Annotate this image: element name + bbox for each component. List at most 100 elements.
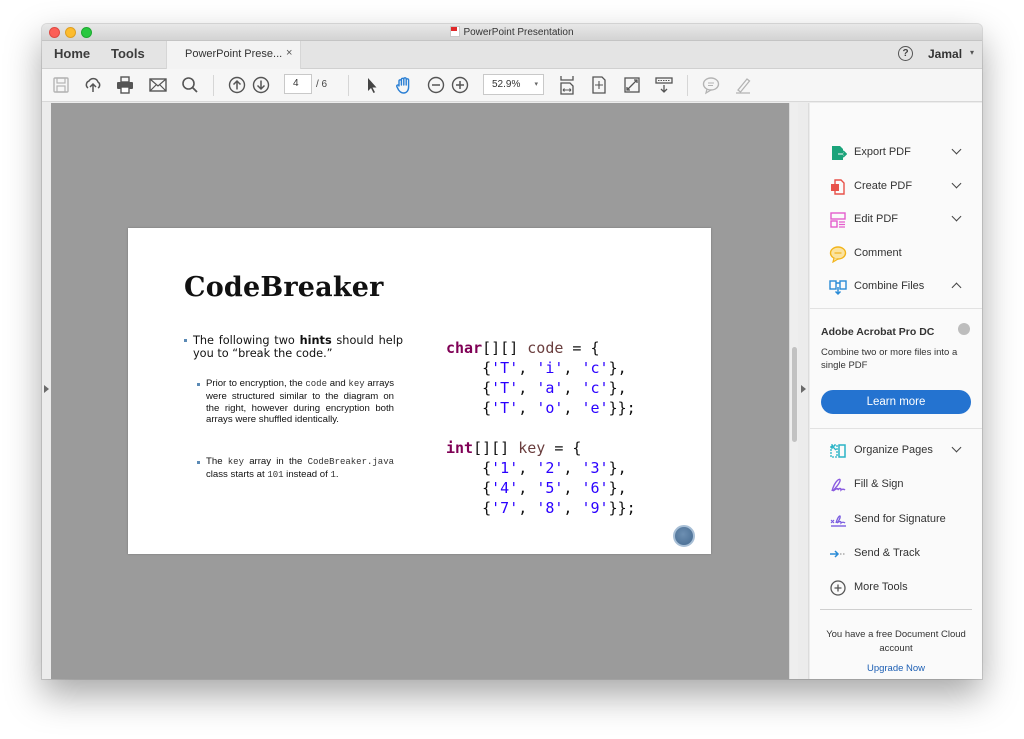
cloud-account-note: You have a free Document Cloud account [826, 629, 966, 654]
collapse-right-panel-icon[interactable] [801, 385, 806, 393]
more-tools-icon [829, 579, 847, 597]
sidebar-tool-send-track[interactable]: Send & Track [810, 541, 982, 567]
code-literal: '7' [491, 499, 519, 517]
tab-document[interactable]: PowerPoint Prese... × [166, 41, 301, 69]
tab-bar: Home Tools PowerPoint Prese... × ? Jamal… [42, 41, 982, 69]
code-literal: 'e' [581, 399, 609, 417]
promo-info-icon[interactable] [958, 323, 970, 335]
sidebar-tool-edit-pdf[interactable]: Edit PDF [810, 207, 982, 233]
help-icon[interactable]: ? [898, 46, 913, 61]
next-page-icon[interactable] [251, 75, 271, 95]
code-punct: , [563, 359, 582, 377]
sidebar-tool-send-for-signature[interactable]: Send for Signature [810, 507, 982, 533]
chevron-down-icon[interactable] [953, 179, 960, 187]
code-keyword: int [446, 439, 474, 457]
toolbar-separator [213, 75, 214, 96]
print-icon[interactable] [115, 75, 135, 95]
zoom-in-icon[interactable] [450, 75, 470, 95]
code-punct: = { [563, 339, 600, 357]
code-punct: { [446, 479, 492, 497]
zoom-out-icon[interactable] [426, 75, 446, 95]
code-literal: 'i' [536, 359, 564, 377]
comment-icon [829, 245, 847, 263]
code-punct: }}; [608, 499, 636, 517]
chevron-down-icon[interactable] [953, 443, 960, 451]
code-punct: }, [608, 479, 627, 497]
code-line: {'1', '2', '3'}, [446, 458, 636, 478]
select-pointer-icon[interactable] [362, 75, 382, 95]
send-signature-icon [829, 511, 847, 529]
code-punct: , [518, 359, 537, 377]
sidebar-tool-label: Fill & Sign [854, 478, 904, 491]
search-icon[interactable] [180, 75, 200, 95]
left-panel-toggle[interactable] [42, 103, 51, 679]
user-menu[interactable]: Jamal [928, 47, 962, 61]
highlight-pen-icon[interactable] [733, 75, 753, 95]
chevron-down-icon[interactable] [953, 212, 960, 220]
code-variable: key [518, 439, 546, 457]
sidebar-tool-comment[interactable]: Comment [810, 241, 982, 267]
upload-cloud-icon[interactable] [83, 75, 103, 95]
bullet-text: array in the [243, 456, 308, 467]
chevron-down-icon[interactable] [953, 145, 960, 153]
combine-files-icon [829, 278, 847, 296]
hand-tool-icon[interactable] [394, 75, 414, 95]
learn-more-button[interactable]: Learn more [821, 390, 971, 414]
sidebar-tool-organize-pages[interactable]: Organize Pages [810, 438, 982, 464]
code-literal: '2' [536, 459, 564, 477]
code-punct: , [563, 399, 582, 417]
inline-code: CodeBreaker.java [307, 457, 394, 467]
tab-tools[interactable]: Tools [111, 46, 145, 61]
sidebar-tool-label: Send & Track [854, 546, 921, 559]
chevron-up-icon[interactable] [953, 279, 960, 291]
zoom-level-select[interactable]: 52.9% ▾ [483, 74, 544, 95]
fit-width-icon[interactable] [557, 75, 577, 95]
code-punct: { [446, 399, 492, 417]
sidebar-divider [820, 609, 972, 610]
right-panel-toggle[interactable] [798, 103, 809, 679]
document-canvas[interactable]: CodeBreaker The following two hints shou… [51, 103, 789, 679]
sidebar-tool-export-pdf[interactable]: Export PDF [810, 140, 982, 166]
expand-left-panel-icon[interactable] [44, 385, 49, 393]
full-screen-icon[interactable] [622, 75, 642, 95]
email-icon[interactable] [148, 75, 168, 95]
previous-page-icon[interactable] [227, 75, 247, 95]
tab-home[interactable]: Home [54, 46, 90, 61]
code-literal: 'o' [536, 399, 564, 417]
code-punct: { [446, 359, 492, 377]
bullet-bold-text: hints [299, 334, 332, 347]
code-literal: '1' [491, 459, 519, 477]
sidebar-tool-combine-files[interactable]: Combine Files [810, 274, 982, 300]
slide-logo-badge [673, 525, 695, 547]
slide-title: CodeBreaker [184, 272, 384, 303]
user-menu-caret-icon[interactable]: ▾ [970, 48, 974, 57]
code-punct: , [563, 459, 582, 477]
sidebar-tool-more-tools[interactable]: More Tools [810, 575, 982, 601]
code-punct: [][] [473, 439, 519, 457]
scrollbar-thumb[interactable] [792, 347, 797, 442]
create-pdf-icon [829, 178, 847, 196]
code-literal: '3' [581, 459, 609, 477]
promo-description: Combine two or more files into a single … [821, 347, 958, 371]
code-line: char[][] code = { [446, 338, 636, 358]
code-punct: , [518, 479, 537, 497]
fit-page-icon[interactable] [589, 75, 609, 95]
upgrade-now-link[interactable]: Upgrade Now [820, 663, 972, 674]
sidebar-tool-create-pdf[interactable]: Create PDF [810, 174, 982, 200]
page-number-input[interactable]: 4 [284, 74, 312, 94]
code-literal: 'a' [536, 379, 564, 397]
close-tab-icon[interactable]: × [286, 47, 292, 59]
vertical-scrollbar[interactable] [789, 103, 798, 679]
code-literal: '8' [536, 499, 564, 517]
export-pdf-icon [829, 144, 848, 162]
code-literal: '4' [491, 479, 519, 497]
code-punct: }, [608, 379, 627, 397]
scroll-mode-icon[interactable] [654, 75, 674, 95]
save-icon[interactable] [51, 75, 71, 95]
toolbar: 4 / 6 52.9% ▾ [42, 69, 982, 102]
comment-icon[interactable] [701, 75, 721, 95]
sidebar-tool-fill-sign[interactable]: Fill & Sign [810, 472, 982, 498]
sidebar-tool-label: Create PDF [854, 179, 913, 192]
code-punct: , [518, 399, 537, 417]
bullet-text: and [326, 378, 349, 389]
